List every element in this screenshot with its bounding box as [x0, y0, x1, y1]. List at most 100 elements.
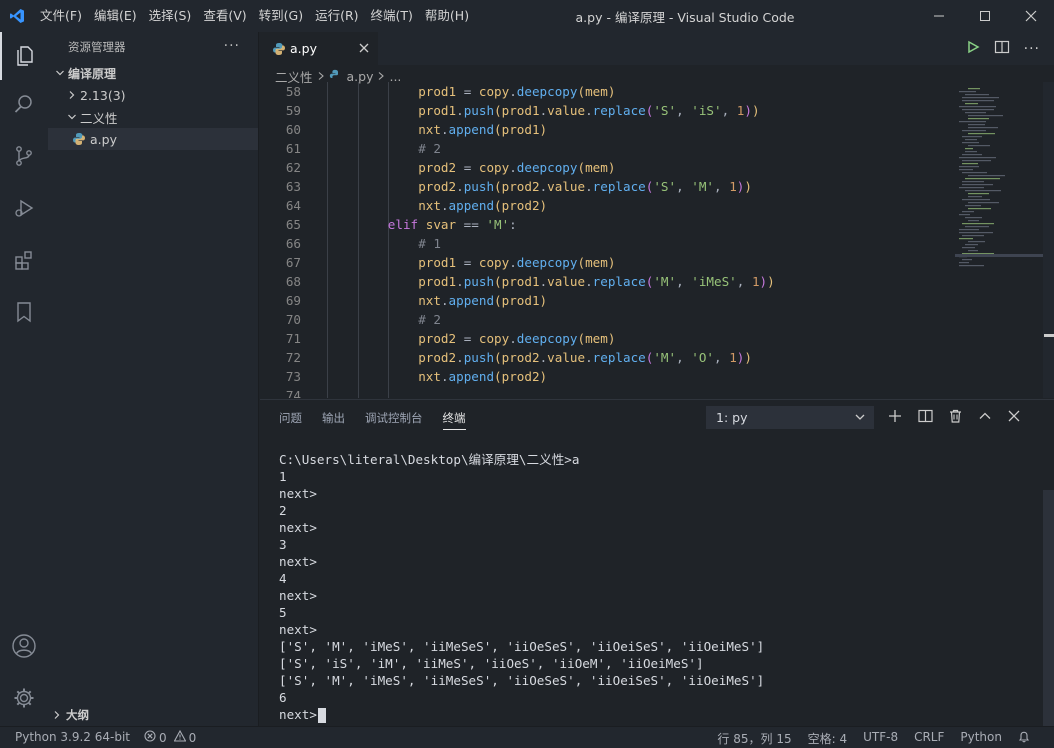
- run-debug-icon[interactable]: [0, 184, 48, 232]
- more-actions-icon[interactable]: ···: [1024, 41, 1040, 57]
- code-token: 'M': [486, 217, 510, 232]
- run-file-icon[interactable]: [966, 40, 980, 58]
- terminal-output[interactable]: C:\Users\literal\Desktop\编译原理\二义性>a 1 next…: [279, 451, 1019, 723]
- code-line[interactable]: 69 nxt.append(prod1): [260, 291, 950, 310]
- scrollbar-marker: [1044, 334, 1054, 337]
- tree-file-a-py[interactable]: a.py: [48, 128, 258, 150]
- code-token: ): [539, 122, 548, 137]
- code-line[interactable]: 67 prod1 = copy.deepcopy(mem): [260, 253, 950, 272]
- minimize-button[interactable]: [916, 0, 962, 32]
- code-line[interactable]: 59 prod1.push(prod1.value.replace('S', 'i…: [260, 101, 950, 120]
- indentation[interactable]: 空格: 4: [808, 730, 848, 747]
- code-text: prod1.push(prod1.value.replace('S', 'iS'…: [418, 101, 759, 120]
- line-number: 64: [285, 198, 301, 213]
- code-line[interactable]: 74: [260, 386, 950, 398]
- code-token: (: [494, 198, 502, 213]
- code-line[interactable]: 68 prod1.push(prod1.value.replace('M', 'i…: [260, 272, 950, 291]
- maximize-button[interactable]: [962, 0, 1008, 32]
- code-editor[interactable]: 58 prod1 = copy.deepcopy(mem) 59 prod1.push…: [260, 82, 950, 398]
- code-line[interactable]: 71 prod2 = copy.deepcopy(mem): [260, 329, 950, 348]
- menu-view[interactable]: 查看(V): [197, 0, 252, 32]
- kill-terminal-icon[interactable]: [949, 409, 962, 427]
- code-token: prod1: [418, 103, 457, 118]
- line-number: 72: [285, 350, 301, 365]
- terminal-line: 4: [279, 571, 287, 586]
- notifications-bell-icon[interactable]: [1018, 730, 1030, 747]
- settings-gear-icon[interactable]: [0, 674, 48, 722]
- menu-run[interactable]: 运行(R): [309, 0, 364, 32]
- code-line[interactable]: 61 # 2: [260, 139, 950, 158]
- code-token: ,: [714, 179, 730, 194]
- account-icon[interactable]: [0, 622, 48, 670]
- code-token: :: [509, 217, 517, 232]
- close-tab-icon[interactable]: [359, 41, 369, 57]
- code-line[interactable]: 66 # 1: [260, 234, 950, 253]
- language-mode[interactable]: Python: [960, 730, 1002, 747]
- tab-terminal[interactable]: 终端: [442, 400, 466, 436]
- editor-tabs: a.py ···: [260, 32, 1054, 65]
- search-icon[interactable]: [0, 80, 48, 128]
- menu-file[interactable]: 文件(F): [34, 0, 88, 32]
- code-token: =: [456, 160, 479, 175]
- close-panel-icon[interactable]: [1008, 410, 1020, 426]
- maximize-panel-icon[interactable]: [978, 409, 992, 427]
- cursor-position[interactable]: 行 85，列 15: [717, 730, 791, 747]
- tab-output[interactable]: 输出: [322, 400, 345, 436]
- tab-debug-console[interactable]: 调试控制台: [365, 400, 423, 436]
- line-number: 61: [285, 141, 301, 156]
- menu-go[interactable]: 转到(G): [253, 0, 309, 32]
- code-line[interactable]: 64 nxt.append(prod2): [260, 196, 950, 215]
- code-line[interactable]: 70 # 2: [260, 310, 950, 329]
- split-editor-icon[interactable]: [994, 40, 1010, 58]
- problems-status[interactable]: 0 0: [144, 729, 196, 745]
- code-token: mem: [585, 160, 608, 175]
- extensions-icon[interactable]: [0, 236, 48, 284]
- code-text: # 2: [418, 139, 441, 158]
- code-token: prod1: [418, 255, 457, 270]
- explorer-icon[interactable]: [0, 32, 48, 80]
- outline-section[interactable]: 大纲: [48, 704, 258, 726]
- code-line[interactable]: 63 prod2.push(prod2.value.replace('S', 'M…: [260, 177, 950, 196]
- code-token: ): [744, 179, 752, 194]
- code-line[interactable]: 58 prod1 = copy.deepcopy(mem): [260, 82, 950, 101]
- terminal-line: ['S', 'M', 'iMeS', 'iiMeSeS', 'iiOeSeS',…: [279, 673, 765, 688]
- code-token: prod1: [501, 293, 540, 308]
- menu-selection[interactable]: 选择(S): [143, 0, 198, 32]
- menu-help[interactable]: 帮助(H): [419, 0, 475, 32]
- editor-scrollbar[interactable]: [1043, 82, 1054, 398]
- tree-folder-2-13-3[interactable]: 2.13(3): [48, 84, 258, 106]
- code-line[interactable]: 60 nxt.append(prod1): [260, 120, 950, 139]
- tree-folder-ambiguity[interactable]: 二义性: [48, 106, 258, 128]
- code-text: nxt.append(prod1): [418, 120, 547, 139]
- code-token: .: [585, 103, 593, 118]
- more-actions-icon[interactable]: ···: [224, 38, 240, 54]
- code-line[interactable]: 65 elif svar == 'M':: [260, 215, 950, 234]
- menu-edit[interactable]: 编辑(E): [88, 0, 143, 32]
- code-line[interactable]: 72 prod2.push(prod2.value.replace('M', 'O…: [260, 348, 950, 367]
- line-number: 73: [285, 369, 301, 384]
- tab-a-py[interactable]: a.py: [260, 32, 378, 65]
- new-terminal-icon[interactable]: [888, 409, 902, 427]
- outline-title: 大纲: [66, 708, 89, 722]
- split-terminal-icon[interactable]: [918, 409, 933, 427]
- code-line[interactable]: 73 nxt.append(prod2): [260, 367, 950, 386]
- tab-problems[interactable]: 问题: [279, 400, 302, 436]
- source-control-icon[interactable]: [0, 132, 48, 180]
- close-window-button[interactable]: [1008, 0, 1054, 32]
- line-number: 60: [285, 122, 301, 137]
- python-interpreter[interactable]: Python 3.9.2 64-bit: [15, 730, 130, 745]
- code-text: prod2.push(prod2.value.replace('S', 'M',…: [418, 177, 752, 196]
- line-ending[interactable]: CRLF: [914, 730, 944, 747]
- encoding[interactable]: UTF-8: [863, 730, 898, 747]
- terminal-scrollbar[interactable]: [1043, 490, 1054, 727]
- menu-terminal[interactable]: 终端(T): [365, 0, 419, 32]
- python-file-icon: [72, 132, 86, 146]
- bookmark-icon[interactable]: [0, 288, 48, 336]
- minimap[interactable]: [955, 82, 1043, 398]
- terminal-select[interactable]: 1: py: [706, 406, 874, 429]
- code-text: prod1.push(prod1.value.replace('M', 'iMe…: [418, 272, 775, 291]
- code-token: svar: [425, 217, 457, 232]
- code-token: append: [448, 369, 495, 384]
- code-line[interactable]: 62 prod2 = copy.deepcopy(mem): [260, 158, 950, 177]
- tree-folder-root[interactable]: 编译原理: [48, 62, 258, 84]
